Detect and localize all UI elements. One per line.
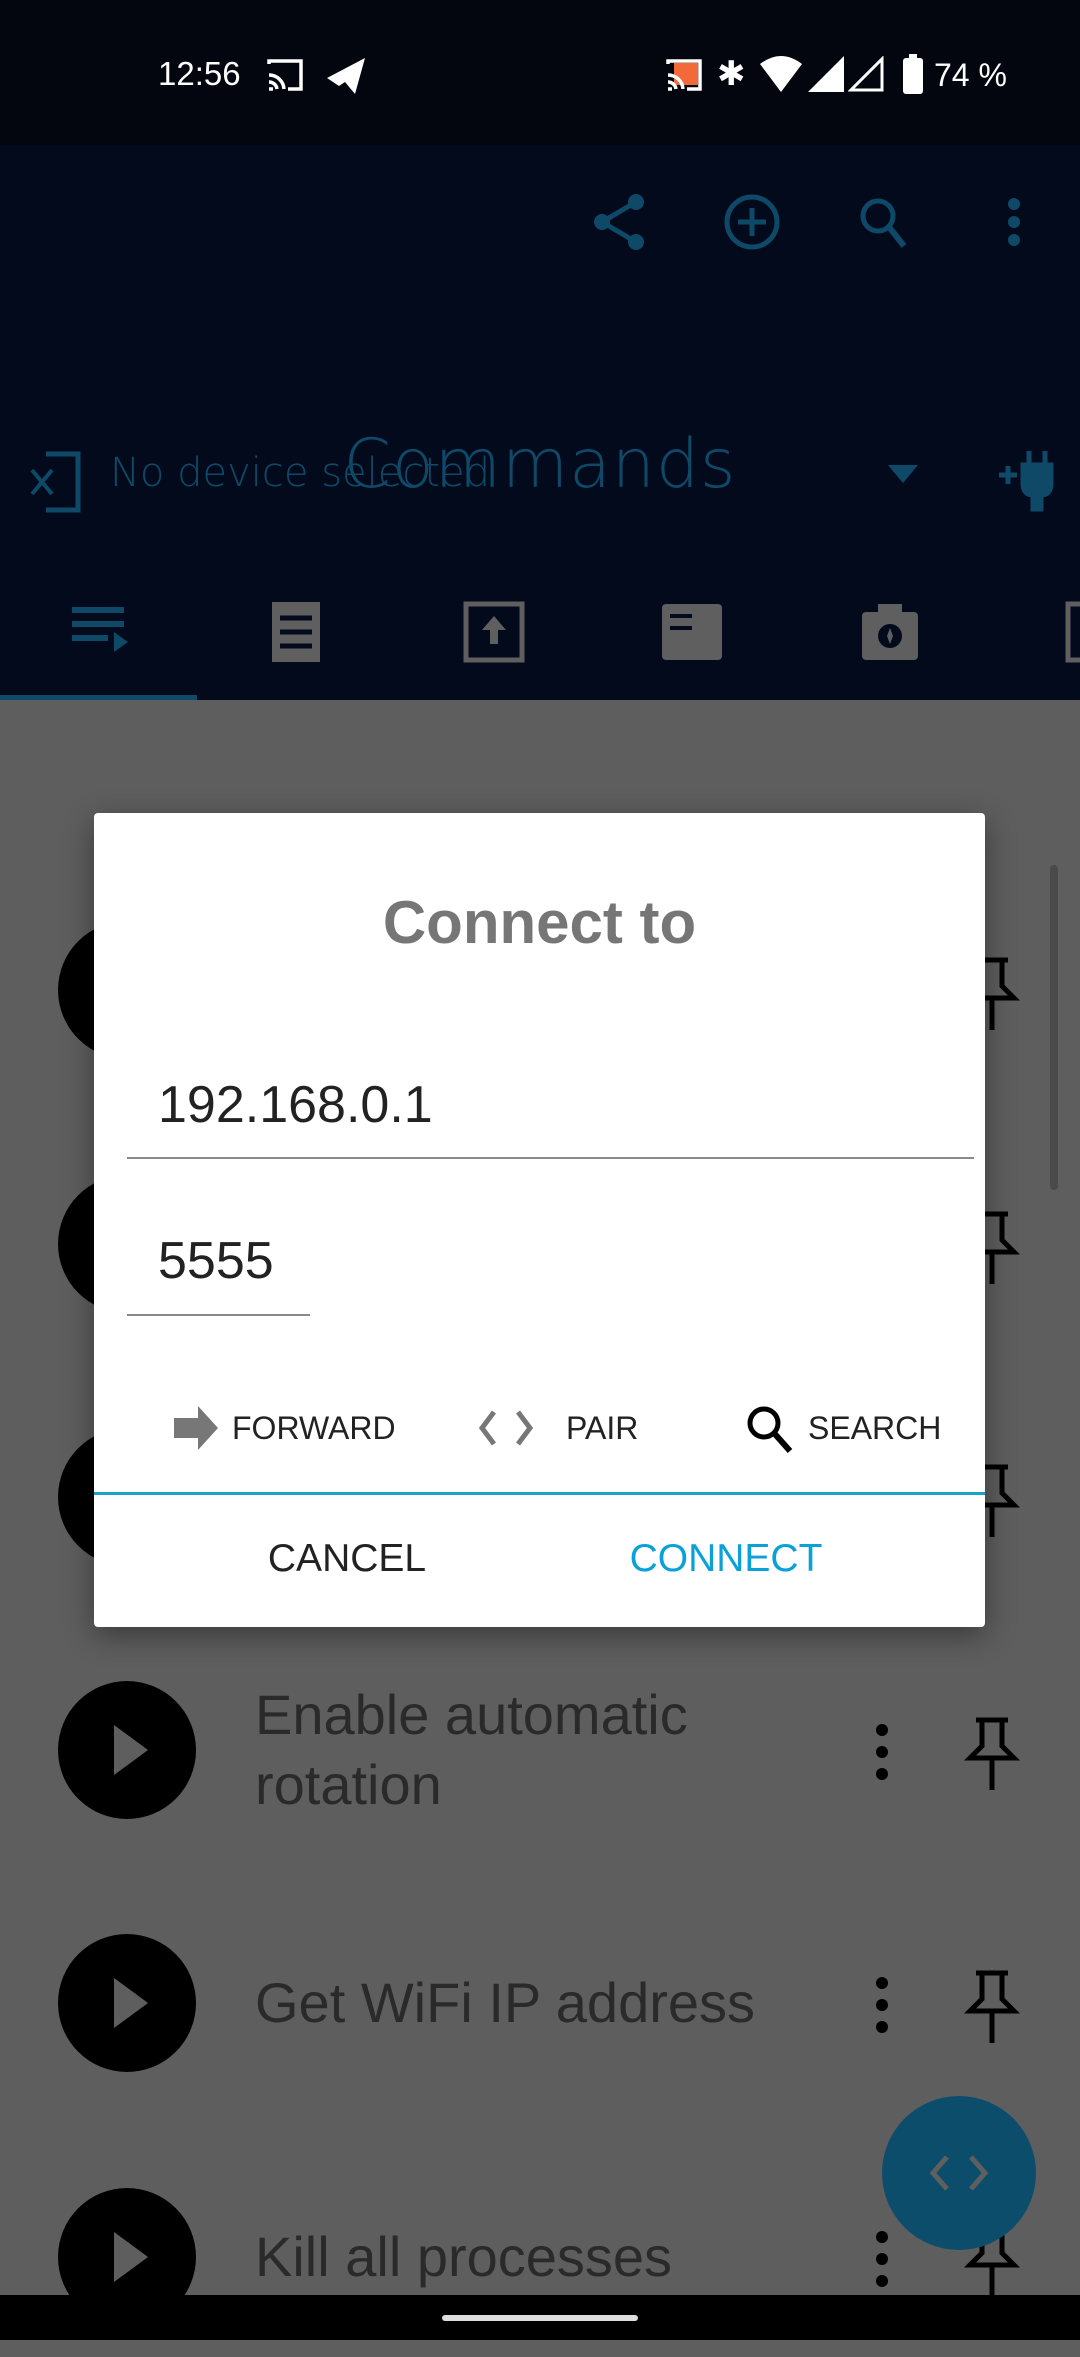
list-item[interactable]: Get WiFi IP address xyxy=(0,1903,1080,2103)
logcat-tab[interactable] xyxy=(264,600,330,666)
cancel-button[interactable]: CANCEL xyxy=(197,1537,497,1581)
home-handle[interactable] xyxy=(442,2315,638,2321)
search-icon xyxy=(747,1406,793,1453)
command-name: Kill all processes xyxy=(255,2225,673,2288)
play-button[interactable] xyxy=(58,1934,196,2072)
tab-bar xyxy=(0,145,1080,700)
host-underline xyxy=(127,1157,974,1159)
divider xyxy=(94,1492,985,1495)
play-icon xyxy=(114,1725,148,1775)
dialog-title: Connect to xyxy=(382,889,697,956)
play-icon xyxy=(114,1978,148,2028)
code-icon xyxy=(929,2155,989,2191)
forward-button[interactable]: FORWARD xyxy=(174,1403,396,1453)
status-bar: 12:56 ✱ 74 % xyxy=(0,0,1080,145)
bluetooth-icon: ✱ xyxy=(717,55,746,93)
more-vert-icon[interactable] xyxy=(866,1720,898,1784)
signal-icon xyxy=(808,56,844,92)
more-vert-icon[interactable] xyxy=(866,1973,898,2037)
pin-icon[interactable] xyxy=(962,1969,1022,2045)
code-fab-button[interactable] xyxy=(882,2096,1036,2250)
port-underline xyxy=(127,1314,310,1316)
toolbar: Commands No device selected xyxy=(0,145,1080,700)
wifi-icon xyxy=(760,56,802,92)
pin-icon[interactable] xyxy=(962,1716,1022,1792)
forward-arrow-icon xyxy=(174,1406,218,1450)
pair-button[interactable]: PAIR xyxy=(478,1403,638,1453)
connect-dialog: Connect to 192.168.0.1 5555 FORWARD PAIR… xyxy=(94,813,985,1627)
more-tab[interactable] xyxy=(1065,600,1080,666)
host-input[interactable]: 192.168.0.1 xyxy=(158,1075,433,1135)
screenshot-tab[interactable] xyxy=(858,600,924,666)
command-name: Enable automatic rotation xyxy=(255,1683,688,1816)
telegram-icon xyxy=(327,58,365,94)
pair-label: PAIR xyxy=(566,1409,639,1446)
code-brackets-icon xyxy=(478,1410,534,1446)
files-tab[interactable] xyxy=(660,600,726,666)
forward-label: FORWARD xyxy=(232,1409,396,1446)
port-input[interactable]: 5555 xyxy=(158,1231,274,1291)
more-vert-icon[interactable] xyxy=(866,2227,898,2291)
command-name: Get WiFi IP address xyxy=(255,1971,756,2034)
battery-level: 74 % xyxy=(934,57,1007,93)
clock: 12:56 xyxy=(158,55,241,92)
commands-tab[interactable] xyxy=(68,600,134,666)
navigation-bar xyxy=(0,2295,1080,2340)
list-item[interactable]: Enable automatic rotation xyxy=(0,1650,1080,1850)
play-button[interactable] xyxy=(58,1681,196,1819)
upload-tab[interactable] xyxy=(462,600,528,666)
battery-icon xyxy=(903,54,923,94)
connect-button[interactable]: CONNECT xyxy=(576,1537,876,1581)
signal-2-icon xyxy=(848,56,884,92)
search-button[interactable]: SEARCH xyxy=(744,1403,941,1453)
cast-active-icon xyxy=(666,59,702,91)
search-label: SEARCH xyxy=(808,1409,942,1446)
cast-icon xyxy=(267,59,303,91)
